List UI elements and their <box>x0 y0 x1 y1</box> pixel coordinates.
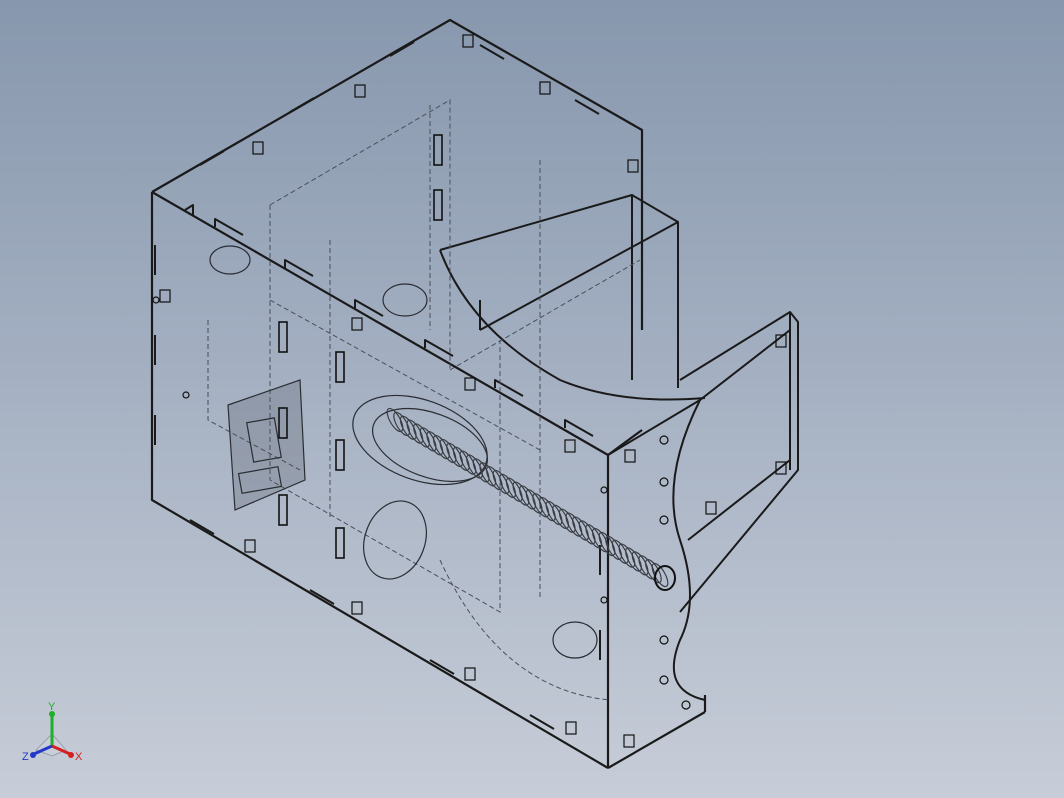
round-port <box>363 500 427 580</box>
x-axis-label: X <box>75 751 83 763</box>
y-axis-label: Y <box>48 701 56 713</box>
circuit-board <box>227 379 306 511</box>
z-axis-label: Z <box>22 751 29 763</box>
side-panel-curve <box>439 194 706 701</box>
cad-viewport[interactable]: Y X Z <box>0 0 1064 798</box>
mount-slots <box>278 134 443 559</box>
view-orientation-triad[interactable]: Y X Z <box>14 700 94 780</box>
box-outline <box>150 18 707 769</box>
screw-holes <box>152 296 691 710</box>
spring-coil <box>386 407 669 588</box>
x-axis-tip <box>68 752 74 758</box>
assembly-model[interactable] <box>0 0 1064 798</box>
coil-ring-large <box>352 394 488 486</box>
z-axis-tip <box>30 752 36 758</box>
corner-brackets <box>159 34 787 748</box>
internal-components <box>152 34 787 748</box>
upper-port <box>382 283 428 317</box>
finger-joint-tabs <box>154 41 601 730</box>
